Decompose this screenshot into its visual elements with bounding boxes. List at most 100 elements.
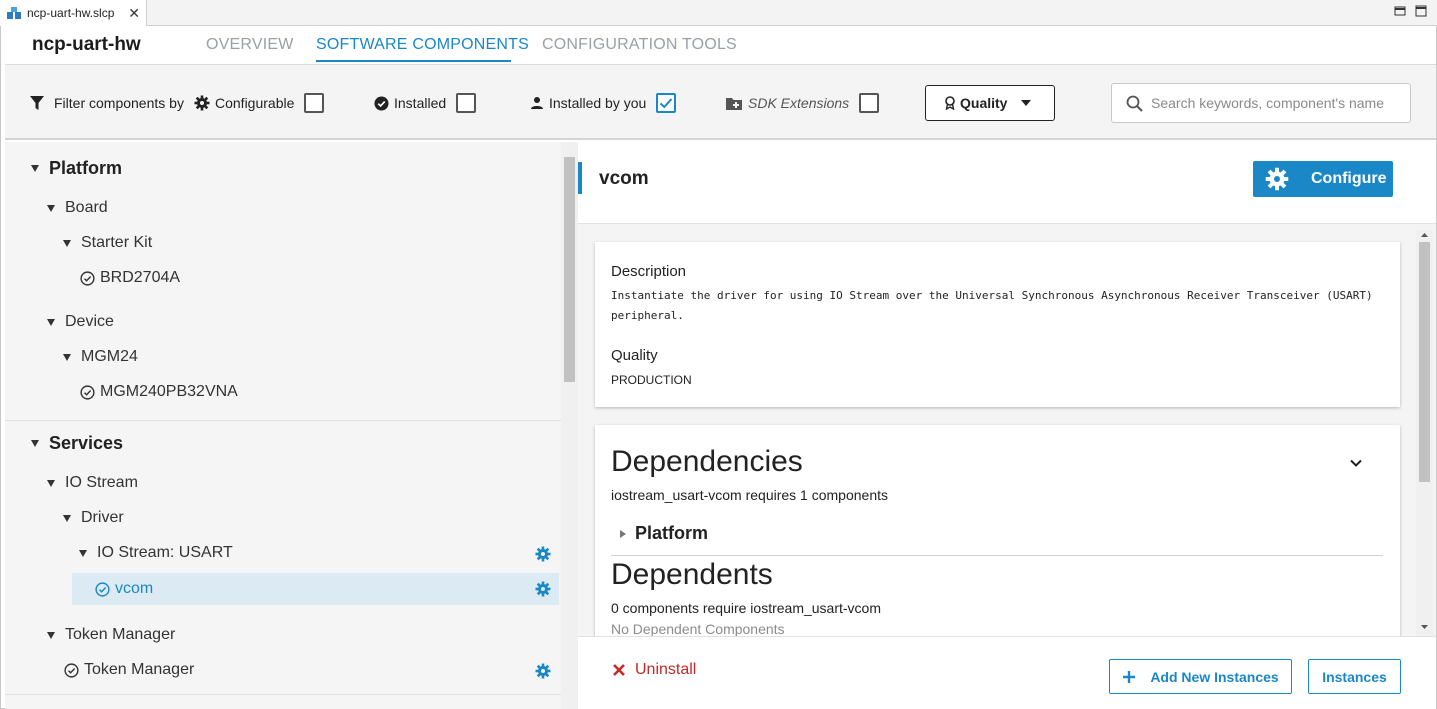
tab-software-components[interactable]: SOFTWARE COMPONENTS xyxy=(316,36,529,54)
expand-arrow-icon[interactable] xyxy=(47,204,55,212)
scrollbar-thumb[interactable] xyxy=(1419,242,1430,482)
close-icon xyxy=(613,664,625,676)
expand-arrow-icon[interactable] xyxy=(63,239,71,247)
tree-label: Board xyxy=(65,199,108,216)
tree-node-token-manager-group[interactable]: Token Manager xyxy=(47,619,175,651)
dependents-empty-text: No Dependent Components xyxy=(611,621,785,637)
maximize-icon[interactable] xyxy=(1414,4,1428,18)
close-icon[interactable]: ✕ xyxy=(128,5,140,22)
tree-node-starter-kit[interactable]: Starter Kit xyxy=(63,227,152,259)
expand-arrow-icon[interactable] xyxy=(47,631,55,639)
configure-label: Configure xyxy=(1311,170,1387,187)
project-file-icon xyxy=(7,7,21,19)
tree-label: IO Stream: USART xyxy=(97,544,233,561)
quality-label: Quality xyxy=(960,95,1008,111)
add-instances-label: Add New Instances xyxy=(1150,668,1279,685)
component-detail-panel: vcom Configure Description Instantiate t… xyxy=(578,142,1436,709)
description-label: Description xyxy=(611,263,687,280)
filter-sdk-extensions[interactable]: SDK Extensions xyxy=(725,92,880,114)
editor-tab-label: ncp-uart-hw.slcp xyxy=(27,6,115,20)
configure-gear-icon[interactable] xyxy=(535,663,551,679)
tree-node-mgm24[interactable]: MGM24 xyxy=(63,341,138,373)
editor-tab-strip: ncp-uart-hw.slcp ✕ xyxy=(0,0,1437,26)
tree-label: BRD2704A xyxy=(100,269,181,286)
editor-tab-ncp-uart-hw[interactable]: ncp-uart-hw.slcp ✕ xyxy=(0,0,147,26)
tree-node-io-stream-usart[interactable]: IO Stream: USART xyxy=(79,537,233,569)
tree-node-platform[interactable]: Platform xyxy=(31,152,122,184)
expand-arrow-icon[interactable] xyxy=(47,318,55,326)
tree-label: MGM240PB32VNA xyxy=(100,383,238,400)
tree-node-services[interactable]: Services xyxy=(31,427,123,459)
tree-scrollbar[interactable] xyxy=(561,142,578,709)
installed-check-icon xyxy=(80,270,95,286)
section-divider xyxy=(5,420,561,421)
installed-by-you-checkbox[interactable] xyxy=(656,93,677,113)
section-divider xyxy=(5,694,561,695)
gear-icon xyxy=(1265,167,1289,191)
tab-overview[interactable]: OVERVIEW xyxy=(206,36,294,54)
uninstall-button[interactable]: Uninstall xyxy=(612,661,696,679)
description-text-line1: Instantiate the driver for using IO Stre… xyxy=(611,289,1373,302)
filter-label: Filter components by xyxy=(29,92,184,114)
installed-check-icon xyxy=(374,95,389,111)
tree-node-vcom[interactable]: vcom xyxy=(72,573,559,605)
filter-configurable[interactable]: Configurable xyxy=(194,92,325,114)
expand-arrow-icon[interactable] xyxy=(79,549,87,557)
sdk-extensions-checkbox[interactable] xyxy=(859,93,880,113)
configure-gear-icon[interactable] xyxy=(535,546,551,562)
scroll-down-icon[interactable] xyxy=(1416,622,1433,632)
quality-dropdown[interactable]: Quality xyxy=(925,85,1055,121)
tree-node-brd2704a[interactable]: BRD2704A xyxy=(80,262,180,294)
sdk-extensions-label: SDK Extensions xyxy=(748,95,850,111)
installed-checkbox[interactable] xyxy=(456,93,477,113)
add-new-instances-button[interactable]: Add New Instances xyxy=(1109,659,1292,694)
tree-label: Starter Kit xyxy=(81,234,153,251)
expand-arrow-icon[interactable] xyxy=(620,529,626,538)
configure-gear-icon[interactable] xyxy=(535,581,551,597)
search-box[interactable] xyxy=(1111,83,1411,123)
installed-label: Installed xyxy=(394,95,447,111)
minimize-icon[interactable] xyxy=(1393,4,1407,18)
tree-label: Platform xyxy=(49,157,123,178)
tree-node-mgm240pb32vna[interactable]: MGM240PB32VNA xyxy=(80,376,238,408)
tree-label: Services xyxy=(49,432,124,453)
component-tree: Platform Board Starter Kit BRD2704A Devi… xyxy=(5,142,561,709)
scroll-up-icon[interactable] xyxy=(1416,230,1433,240)
tab-configuration-tools[interactable]: CONFIGURATION TOOLS xyxy=(542,36,737,54)
configure-button[interactable]: Configure xyxy=(1253,161,1393,197)
tree-node-io-stream[interactable]: IO Stream xyxy=(47,467,138,499)
tree-node-board[interactable]: Board xyxy=(47,192,108,224)
installed-by-you-label: Installed by you xyxy=(549,95,647,111)
installed-check-icon xyxy=(64,662,79,678)
dependents-summary: 0 components require iostream_usart-vcom xyxy=(611,600,882,616)
tree-node-token-manager[interactable]: Token Manager xyxy=(64,654,194,686)
configurable-checkbox[interactable] xyxy=(304,93,325,113)
filter-icon xyxy=(30,96,44,110)
description-text-line2: peripheral. xyxy=(611,309,684,322)
accent-bar xyxy=(578,162,582,194)
installed-check-icon xyxy=(80,384,95,400)
expand-arrow-icon[interactable] xyxy=(47,479,55,487)
tree-node-device[interactable]: Device xyxy=(47,306,114,338)
editor-header: ncp-uart-hw OVERVIEW SOFTWARE COMPONENTS… xyxy=(5,26,1436,64)
description-card: Description Instantiate the driver for u… xyxy=(595,242,1400,407)
plus-icon xyxy=(1123,670,1136,683)
filter-installed[interactable]: Installed xyxy=(374,92,477,114)
search-icon xyxy=(1126,95,1143,112)
instances-button[interactable]: Instances xyxy=(1308,659,1401,694)
chevron-down-icon[interactable] xyxy=(1348,455,1364,471)
detail-scrollbar[interactable] xyxy=(1416,230,1433,636)
quality-heading: Quality xyxy=(611,347,658,364)
expand-arrow-icon[interactable] xyxy=(31,164,39,172)
project-title: ncp-uart-hw xyxy=(32,34,141,55)
filter-installed-by-you[interactable]: Installed by you xyxy=(530,92,677,114)
dependency-group-label: Platform xyxy=(635,523,709,543)
expand-arrow-icon[interactable] xyxy=(31,439,39,447)
expand-arrow-icon[interactable] xyxy=(63,353,71,361)
tree-node-driver[interactable]: Driver xyxy=(63,502,124,534)
expand-arrow-icon[interactable] xyxy=(63,514,71,522)
filter-label-text: Filter components by xyxy=(54,95,184,111)
dependency-group-platform[interactable]: Platform xyxy=(620,523,708,544)
search-input[interactable] xyxy=(1151,95,1401,111)
scrollbar-thumb[interactable] xyxy=(564,157,575,382)
